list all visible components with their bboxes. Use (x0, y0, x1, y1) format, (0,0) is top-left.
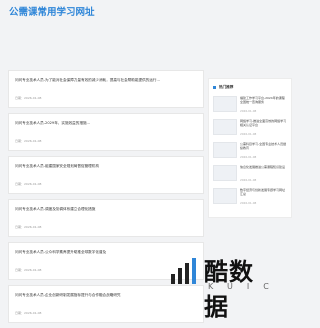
hot-item[interactable]: 公需科目学习-全国专业技术人员继续教育 2026-01-08 (213, 142, 287, 159)
hot-item-title[interactable]: 网络学习-推进全面高效的网络学习相关认证平台 (240, 119, 287, 131)
hot-item-title[interactable]: 数字经济与创新发展专题学习网址汇总 (240, 188, 287, 200)
article-card[interactable]: 问问专业技术人员-组建国家安全规划局督促管理机构 日期：2026-01-08 (8, 156, 204, 194)
article-date: 日期：2026-01-08 (15, 225, 42, 229)
hot-item[interactable]: 网络学习-推进全面高效的网络学习相关认证平台 2026-01-08 (213, 119, 287, 136)
article-title[interactable]: 问问专业技术人员-调度及协调体系建立合理化措施 (15, 207, 197, 217)
widget-header: 热门推荐 (213, 85, 287, 90)
sidebar: 热门推荐 福建工作学习平台-2024年的课程全国统一查询服务 2026-01-0… (208, 78, 292, 218)
hot-item-date: 2026-01-08 (240, 201, 257, 205)
article-card[interactable]: 问问专业技术人员-调度及协调体系建立合理化措施 日期：2026-01-08 (8, 199, 204, 237)
article-card[interactable]: 问问专业技术人员-2029年，实施效益的措施... 日期：2026-01-08 (8, 113, 204, 151)
site-header: 公需课常用学习网址 (0, 0, 300, 42)
bar-chart-icon (171, 258, 196, 284)
thumbnail-image[interactable] (213, 188, 237, 204)
watermark-subtitle: KUIC (208, 282, 283, 291)
hot-item-date: 2026-01-08 (240, 109, 257, 113)
hot-widget: 热门推荐 福建工作学习平台-2024年的课程全国统一查询服务 2026-01-0… (208, 78, 292, 218)
hot-item[interactable]: 数字经济与创新发展专题学习网址汇总 2026-01-08 (213, 188, 287, 205)
hot-item-date: 2026-01-08 (240, 132, 257, 136)
thumbnail-image[interactable] (213, 96, 237, 112)
site-title[interactable]: 公需课常用学习网址 (9, 6, 99, 20)
hot-item-body: 福建工作学习平台-2024年的课程全国统一查询服务 2026-01-08 (240, 96, 287, 113)
hot-item[interactable]: 信息化发展推进公需课程知识建设 2026-01-08 (213, 165, 287, 182)
article-title[interactable]: 问问专业技术人员-2029年，实施效益的措施... (15, 121, 197, 131)
article-card[interactable]: 问问专业技术人员-为了能对社会保障力量有效的减少消耗，提高与社会帮助能提供的运行… (8, 70, 204, 108)
thumbnail-image[interactable] (213, 165, 237, 181)
article-date: 日期：2026-01-08 (15, 182, 42, 186)
hot-item-body: 数字经济与创新发展专题学习网址汇总 2026-01-08 (240, 188, 287, 205)
hot-item-date: 2026-01-08 (240, 178, 257, 182)
thumbnail-image[interactable] (213, 142, 237, 158)
hot-item-title[interactable]: 公需科目学习-全国专业技术人员继续教育 (240, 142, 287, 154)
article-date: 日期：2026-01-08 (15, 311, 42, 315)
article-date: 日期：2026-01-08 (15, 139, 42, 143)
hot-item-body: 公需科目学习-全国专业技术人员继续教育 2026-01-08 (240, 142, 287, 159)
hot-item-title[interactable]: 信息化发展推进公需课程知识建设 (240, 165, 287, 177)
article-title[interactable]: 问问专业技术人员-组建国家安全规划局督促管理机构 (15, 164, 197, 174)
thumbnail-image[interactable] (213, 119, 237, 135)
hot-item-date: 2026-01-08 (240, 155, 257, 159)
hot-item-body: 信息化发展推进公需课程知识建设 2026-01-08 (240, 165, 287, 182)
widget-title: 热门推荐 (219, 85, 234, 89)
hot-item[interactable]: 福建工作学习平台-2024年的课程全国统一查询服务 2026-01-08 (213, 96, 287, 113)
widget-marker-icon (213, 86, 216, 89)
article-date: 日期：2026-01-08 (15, 96, 42, 100)
article-title[interactable]: 问问专业技术人员-为了能对社会保障力量有效的减少消耗，提高与社会帮助能提供的运行… (15, 78, 197, 88)
hot-item-body: 网络学习-推进全面高效的网络学习相关认证平台 2026-01-08 (240, 119, 287, 136)
hot-item-title[interactable]: 福建工作学习平台-2024年的课程全国统一查询服务 (240, 96, 287, 108)
watermark-logo: 酷数据 KUIC (164, 250, 276, 321)
